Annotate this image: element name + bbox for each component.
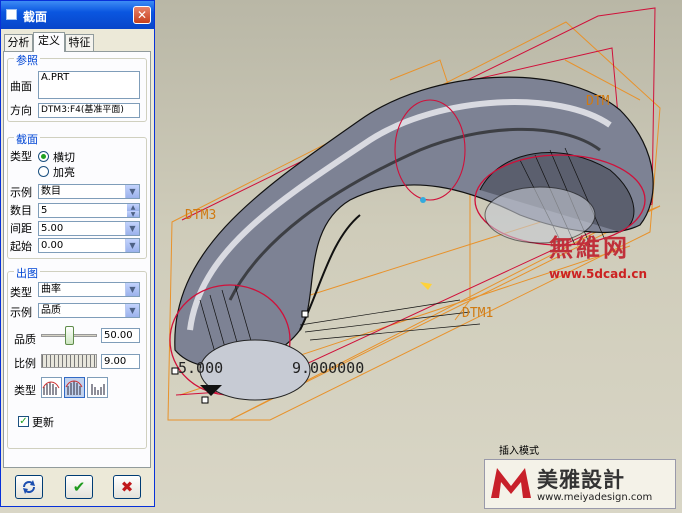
dimension-left[interactable]: 5.000 [178, 359, 223, 377]
repaint-button[interactable] [15, 475, 43, 499]
scale-slider[interactable] [41, 354, 97, 368]
watermark-5dcad-url: www.5dcad.cn [549, 267, 648, 281]
radio-highlight[interactable] [38, 166, 49, 177]
window-icon [6, 9, 17, 20]
tab-analysis[interactable]: 分析 [4, 34, 33, 51]
plot-example-value: 品质 [41, 305, 61, 316]
start-value: 0.00 [41, 240, 64, 251]
tab-feature[interactable]: 特征 [65, 34, 94, 51]
datum-label-dtm1: DTM1 [462, 306, 494, 321]
plot-type-select[interactable]: 曲率 ▼ [38, 282, 140, 297]
direction-collector[interactable]: DTM3:F4(基准平面) [38, 103, 140, 118]
quality-label: 品质 [14, 333, 36, 346]
section-group-title: 截面 [14, 131, 40, 147]
chevron-down-icon: ▼ [125, 304, 139, 317]
meiya-logo-icon [491, 468, 531, 498]
update-checkbox[interactable]: ✓ [18, 416, 29, 427]
scale-value-input[interactable]: 9.00 [101, 354, 140, 369]
radio-cross-section-label: 横切 [53, 151, 75, 164]
count-label: 数目 [10, 204, 32, 217]
datum-label-dtm: DTM [586, 94, 610, 109]
surface-collector[interactable]: A.PRT [38, 71, 140, 99]
count-spinner[interactable]: 5 ▲ ▼ [38, 203, 140, 218]
count-value: 5 [41, 205, 48, 216]
start-input[interactable]: 0.00 ▼ [38, 238, 140, 253]
section-type-label: 类型 [10, 150, 32, 163]
watermark-meiya-url: www.meiyadesign.com [537, 492, 653, 503]
scale-label: 比例 [14, 357, 36, 370]
reference-group-title: 参照 [14, 52, 40, 68]
curvature-right-icon[interactable] [87, 377, 108, 398]
quality-value-input[interactable]: 50.00 [101, 328, 140, 343]
plot-style-buttons [41, 377, 111, 399]
plot-type-value: 曲率 [41, 284, 61, 295]
direction-label: 方向 [10, 104, 32, 117]
section-dialog: 截面 ✕ 分析 定义 特征 参照 曲面 A.PRT 方向 DTM3:F4(基准平… [0, 0, 155, 507]
quality-slider-thumb[interactable] [65, 326, 74, 345]
spacing-value: 5.00 [41, 223, 64, 234]
repaint-icon [23, 480, 35, 494]
plot-group-title: 出图 [14, 265, 40, 281]
curvature-both-icon[interactable] [64, 377, 85, 398]
update-label: 更新 [32, 416, 54, 429]
section-example-select[interactable]: 数目 ▼ [38, 184, 140, 199]
definition-panel: 参照 曲面 A.PRT 方向 DTM3:F4(基准平面) 截面 类型 横切 加亮… [3, 51, 151, 468]
cancel-button[interactable]: ✖ [113, 475, 141, 499]
chevron-down-icon: ▼ [125, 239, 139, 252]
watermark-5dcad-title: 無維网 [549, 233, 630, 262]
spin-down-icon[interactable]: ▼ [127, 210, 139, 217]
plot-example-label: 示例 [10, 306, 32, 319]
watermark-meiya: 美雅設計 www.meiyadesign.com [484, 459, 676, 509]
chevron-down-icon: ▼ [125, 283, 139, 296]
plot-style-label: 类型 [14, 384, 36, 397]
close-button[interactable]: ✕ [133, 6, 151, 24]
plot-type-label: 类型 [10, 286, 32, 299]
spacing-label: 间距 [10, 222, 32, 235]
dialog-titlebar[interactable]: 截面 ✕ [1, 1, 154, 29]
chevron-down-icon: ▼ [125, 222, 139, 235]
radio-highlight-label: 加亮 [53, 166, 75, 179]
plot-example-select[interactable]: 品质 ▼ [38, 303, 140, 318]
dialog-title: 截面 [23, 10, 48, 24]
section-example-label: 示例 [10, 186, 32, 199]
start-label: 起始 [10, 240, 32, 253]
insert-mode-status: 插入模式 [499, 446, 539, 457]
watermark-meiya-title: 美雅設計 [537, 468, 625, 492]
datum-label-dtm3: DTM3 [185, 208, 217, 223]
ok-button[interactable]: ✔ [65, 475, 93, 499]
watermark-5dcad: 無維网 www.5dcad.cn [549, 228, 647, 281]
curvature-left-icon[interactable] [41, 377, 62, 398]
tab-definition[interactable]: 定义 [33, 32, 65, 52]
section-example-value: 数目 [41, 186, 61, 197]
chevron-down-icon: ▼ [125, 185, 139, 198]
radio-cross-section[interactable] [38, 151, 49, 162]
quality-slider[interactable] [41, 326, 97, 346]
surface-label: 曲面 [10, 80, 32, 93]
spacing-input[interactable]: 5.00 ▼ [38, 221, 140, 236]
dimension-right[interactable]: 9.000000 [292, 359, 364, 377]
